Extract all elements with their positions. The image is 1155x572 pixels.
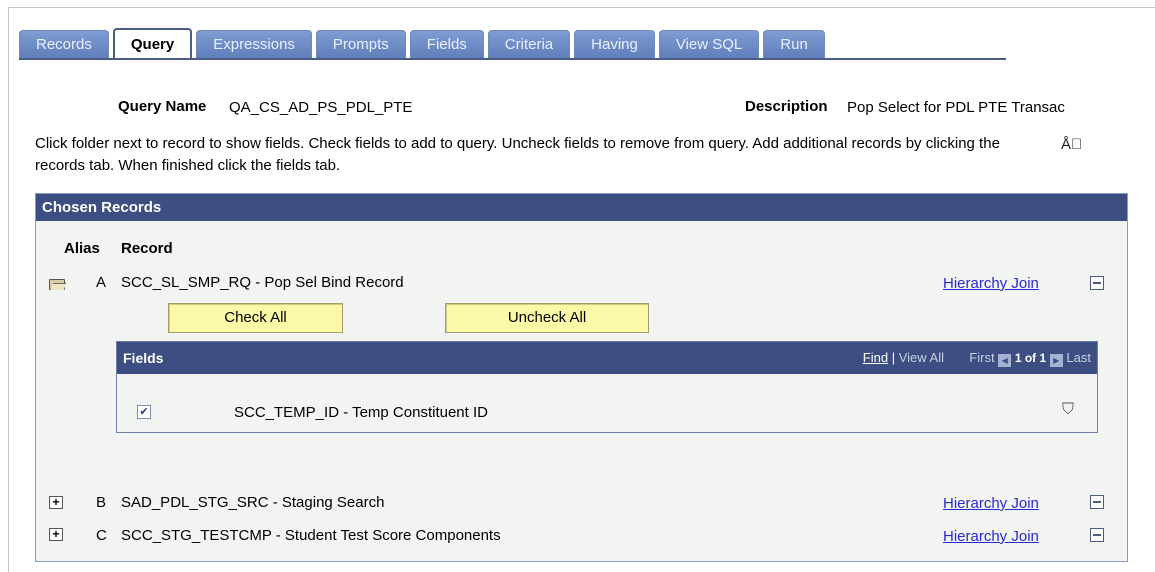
nav-separator: | xyxy=(888,350,899,365)
frame-top-border xyxy=(8,7,1155,8)
field-name: SCC_TEMP_ID - Temp Constituent ID xyxy=(234,404,488,421)
chosen-records-title: Chosen Records xyxy=(36,194,1127,221)
alias-column-header: Alias xyxy=(64,240,100,257)
description-value: Pop Select for PDL PTE Transac xyxy=(847,99,1065,116)
fields-grid: Fields Find | View All First ◀ 1 of 1 ▶ … xyxy=(116,341,1098,433)
folder-plus-icon[interactable]: + xyxy=(49,496,63,509)
query-name-label: Query Name xyxy=(118,98,207,115)
folder-open-icon[interactable] xyxy=(49,279,65,290)
minus-icon[interactable] xyxy=(1090,528,1104,542)
hierarchy-join-link[interactable]: Hierarchy Join xyxy=(943,528,1039,545)
next-arrow-icon[interactable]: ▶ xyxy=(1049,354,1063,367)
hierarchy-join-link[interactable]: Hierarchy Join xyxy=(943,495,1039,512)
spellcheck-icon[interactable]: Å⃝ xyxy=(1061,136,1082,153)
fields-grid-title: Fields xyxy=(123,350,164,366)
funnel-plus-icon[interactable]: ⛉ xyxy=(1062,401,1074,419)
field-checkbox[interactable]: ✔ xyxy=(137,405,151,419)
minus-icon[interactable] xyxy=(1090,495,1104,509)
last-label[interactable]: Last xyxy=(1066,350,1091,365)
previous-arrow-icon[interactable]: ◀ xyxy=(998,354,1012,367)
fields-grid-header: Fields Find | View All First ◀ 1 of 1 ▶ … xyxy=(117,342,1097,374)
check-all-button[interactable]: Check All xyxy=(168,303,343,333)
tab-query[interactable]: Query xyxy=(112,28,193,59)
tab-expressions[interactable]: Expressions xyxy=(196,30,312,59)
instructions-text: Click folder next to record to show fiel… xyxy=(35,135,1000,174)
uncheck-all-button[interactable]: Uncheck All xyxy=(445,303,649,333)
tab-criteria[interactable]: Criteria xyxy=(487,30,571,59)
record-name: SCC_SL_SMP_RQ - Pop Sel Bind Record xyxy=(121,274,404,291)
tab-having[interactable]: Having xyxy=(574,30,655,59)
tab-bar: Records Query Expressions Prompts Fields… xyxy=(19,28,829,59)
frame-left-border xyxy=(8,7,9,572)
record-alias: B xyxy=(96,494,107,511)
first-label[interactable]: First xyxy=(969,350,994,365)
row-range: 1 of 1 xyxy=(1014,351,1047,365)
query-name-value: QA_CS_AD_PS_PDL_PTE xyxy=(229,99,413,116)
tab-records[interactable]: Records xyxy=(19,30,109,59)
view-all-link[interactable]: View All xyxy=(899,350,944,365)
folder-plus-icon[interactable]: + xyxy=(49,528,63,541)
description-label: Description xyxy=(745,98,828,115)
minus-icon[interactable] xyxy=(1090,276,1104,290)
fields-grid-navigation: Find | View All First ◀ 1 of 1 ▶ Last xyxy=(863,342,1091,374)
record-name: SCC_STG_TESTCMP - Student Test Score Com… xyxy=(121,527,501,544)
tab-underline xyxy=(19,58,1006,60)
record-name: SAD_PDL_STG_SRC - Staging Search xyxy=(121,494,385,511)
find-link[interactable]: Find xyxy=(863,350,888,365)
tab-run[interactable]: Run xyxy=(763,30,825,59)
tab-fields[interactable]: Fields xyxy=(409,30,484,59)
tab-prompts[interactable]: Prompts xyxy=(315,30,406,59)
tab-view-sql[interactable]: View SQL xyxy=(658,30,760,59)
chosen-records-panel: Chosen Records Alias Record A SCC_SL_SMP… xyxy=(35,193,1128,562)
hierarchy-join-link[interactable]: Hierarchy Join xyxy=(943,275,1039,292)
record-alias: C xyxy=(96,527,107,544)
record-column-header: Record xyxy=(121,240,173,257)
record-alias: A xyxy=(96,274,107,291)
